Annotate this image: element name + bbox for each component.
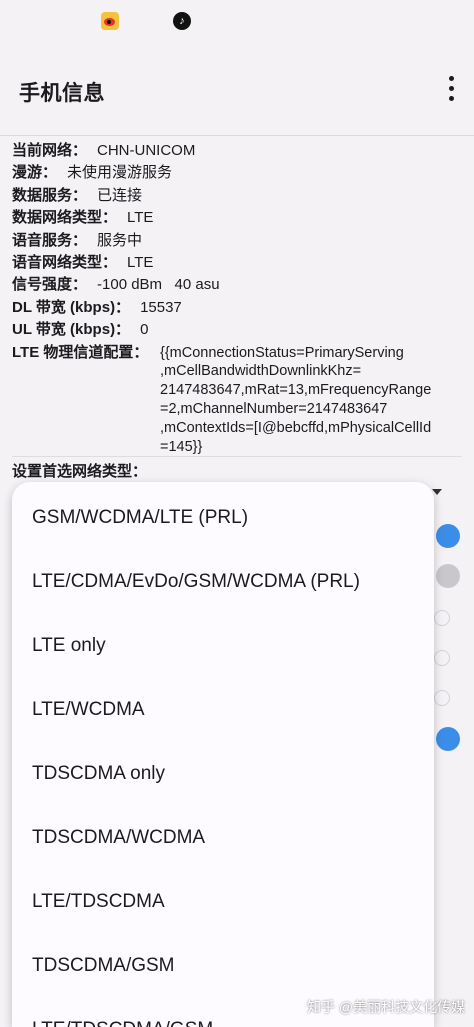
info-row-roaming: 漫游： 未使用漫游服务 [12, 162, 462, 184]
phone-info-list: 当前网络： CHN-UNICOM 漫游： 未使用漫游服务 数据服务： 已连接 数据网络… [12, 140, 462, 457]
radio-button[interactable] [434, 690, 450, 706]
page-title: 手机信息 [19, 82, 105, 105]
dropdown-option[interactable]: LTE/WCDMA [32, 690, 422, 730]
more-vert-icon[interactable] [440, 74, 464, 104]
lte-config-line: {{mConnectionStatus=PrimaryServing [160, 344, 404, 361]
dropdown-option[interactable]: TDSCDMA/GSM [32, 946, 422, 986]
lte-config-line: =2,mChannelNumber=2147483647 [160, 400, 388, 417]
info-label: LTE 物理信道配置： [12, 343, 149, 361]
info-value: 未使用漫游服务 [67, 164, 173, 182]
info-label: 当前网络： [12, 142, 88, 159]
dropdown-option[interactable]: LTE/CDMA/EvDo/GSM/WCDMA (PRL) [32, 562, 422, 602]
info-label: 语音网络类型： [12, 253, 118, 271]
info-label: 数据服务： [12, 186, 88, 204]
network-type-dropdown-menu: GSM/WCDMA/LTE (PRL) LTE/CDMA/EvDo/GSM/WC… [12, 482, 434, 1027]
info-label: 漫游： [12, 164, 58, 182]
info-row-data-service: 数据服务： 已连接 [12, 185, 462, 207]
tiktok-icon: ♪ [173, 12, 191, 30]
radio-button[interactable] [434, 610, 450, 626]
preferred-network-label: 设置首选网络类型： [12, 463, 148, 480]
info-label: DL 带宽 (kbps)： [12, 298, 131, 316]
info-row-lte-channel-config: LTE 物理信道配置： {{mConnectionStatus=PrimaryS… [12, 342, 462, 457]
lte-config-value: {{mConnectionStatus=PrimaryServing ,mCel… [160, 344, 464, 457]
dropdown-option[interactable]: LTE/TDSCDMA [32, 882, 422, 922]
info-value: 已连接 [97, 186, 143, 204]
info-row-voice-service: 语音服务： 服务中 [12, 230, 462, 252]
lte-config-line: =145}} [160, 438, 203, 455]
lte-config-line: ,mCellBandwidthDownlinkKhz= [160, 363, 362, 380]
info-row-dl-bandwidth: DL 带宽 (kbps)： 15537 [12, 297, 462, 319]
dropdown-option[interactable]: GSM/WCDMA/LTE (PRL) [32, 498, 422, 538]
info-label: UL 带宽 (kbps)： [12, 321, 131, 339]
dropdown-option[interactable]: TDSCDMA only [32, 754, 422, 794]
dropdown-option[interactable]: TDSCDMA/WCDMA [32, 818, 422, 858]
info-value: LTE [127, 253, 154, 271]
radio-button[interactable] [434, 650, 450, 666]
info-row-signal-strength: 信号强度： -100 dBm 40 asu [12, 274, 462, 296]
app-bar: 手机信息 [0, 44, 474, 134]
toggle-switch-knob[interactable] [436, 564, 460, 588]
info-label: 信号强度： [12, 276, 88, 294]
info-row-voice-network-type: 语音网络类型： LTE [12, 252, 462, 274]
info-label: 数据网络类型： [12, 209, 118, 227]
info-row-current-network: 当前网络： CHN-UNICOM [12, 140, 462, 162]
watermark: 知乎 @美丽科技文化传媒 [307, 999, 466, 1015]
section-divider [12, 456, 462, 457]
app-bar-divider [0, 135, 474, 136]
lte-config-line: 2147483647,mRat=13,mFrequencyRange [160, 382, 432, 399]
lte-config-line: ,mContextIds=[I@bebcffd,mPhysicalCellId [160, 419, 432, 436]
weibo-icon [101, 12, 119, 30]
info-label: 语音服务： [12, 231, 88, 249]
info-value: 0 [140, 321, 149, 339]
status-bar: ♪ [0, 0, 474, 44]
info-value: -100 dBm 40 asu [97, 276, 220, 294]
info-value: 15537 [140, 298, 182, 316]
info-value: CHN-UNICOM [97, 142, 196, 159]
info-row-ul-bandwidth: UL 带宽 (kbps)： 0 [12, 319, 462, 341]
info-value: 服务中 [97, 231, 143, 249]
info-row-data-network-type: 数据网络类型： LTE [12, 207, 462, 229]
dropdown-option[interactable]: LTE only [32, 626, 422, 666]
toggle-switch-knob[interactable] [436, 524, 460, 548]
toggle-switch-knob[interactable] [436, 727, 460, 751]
info-value: LTE [127, 209, 154, 227]
dropdown-arrow-icon[interactable] [432, 489, 442, 495]
